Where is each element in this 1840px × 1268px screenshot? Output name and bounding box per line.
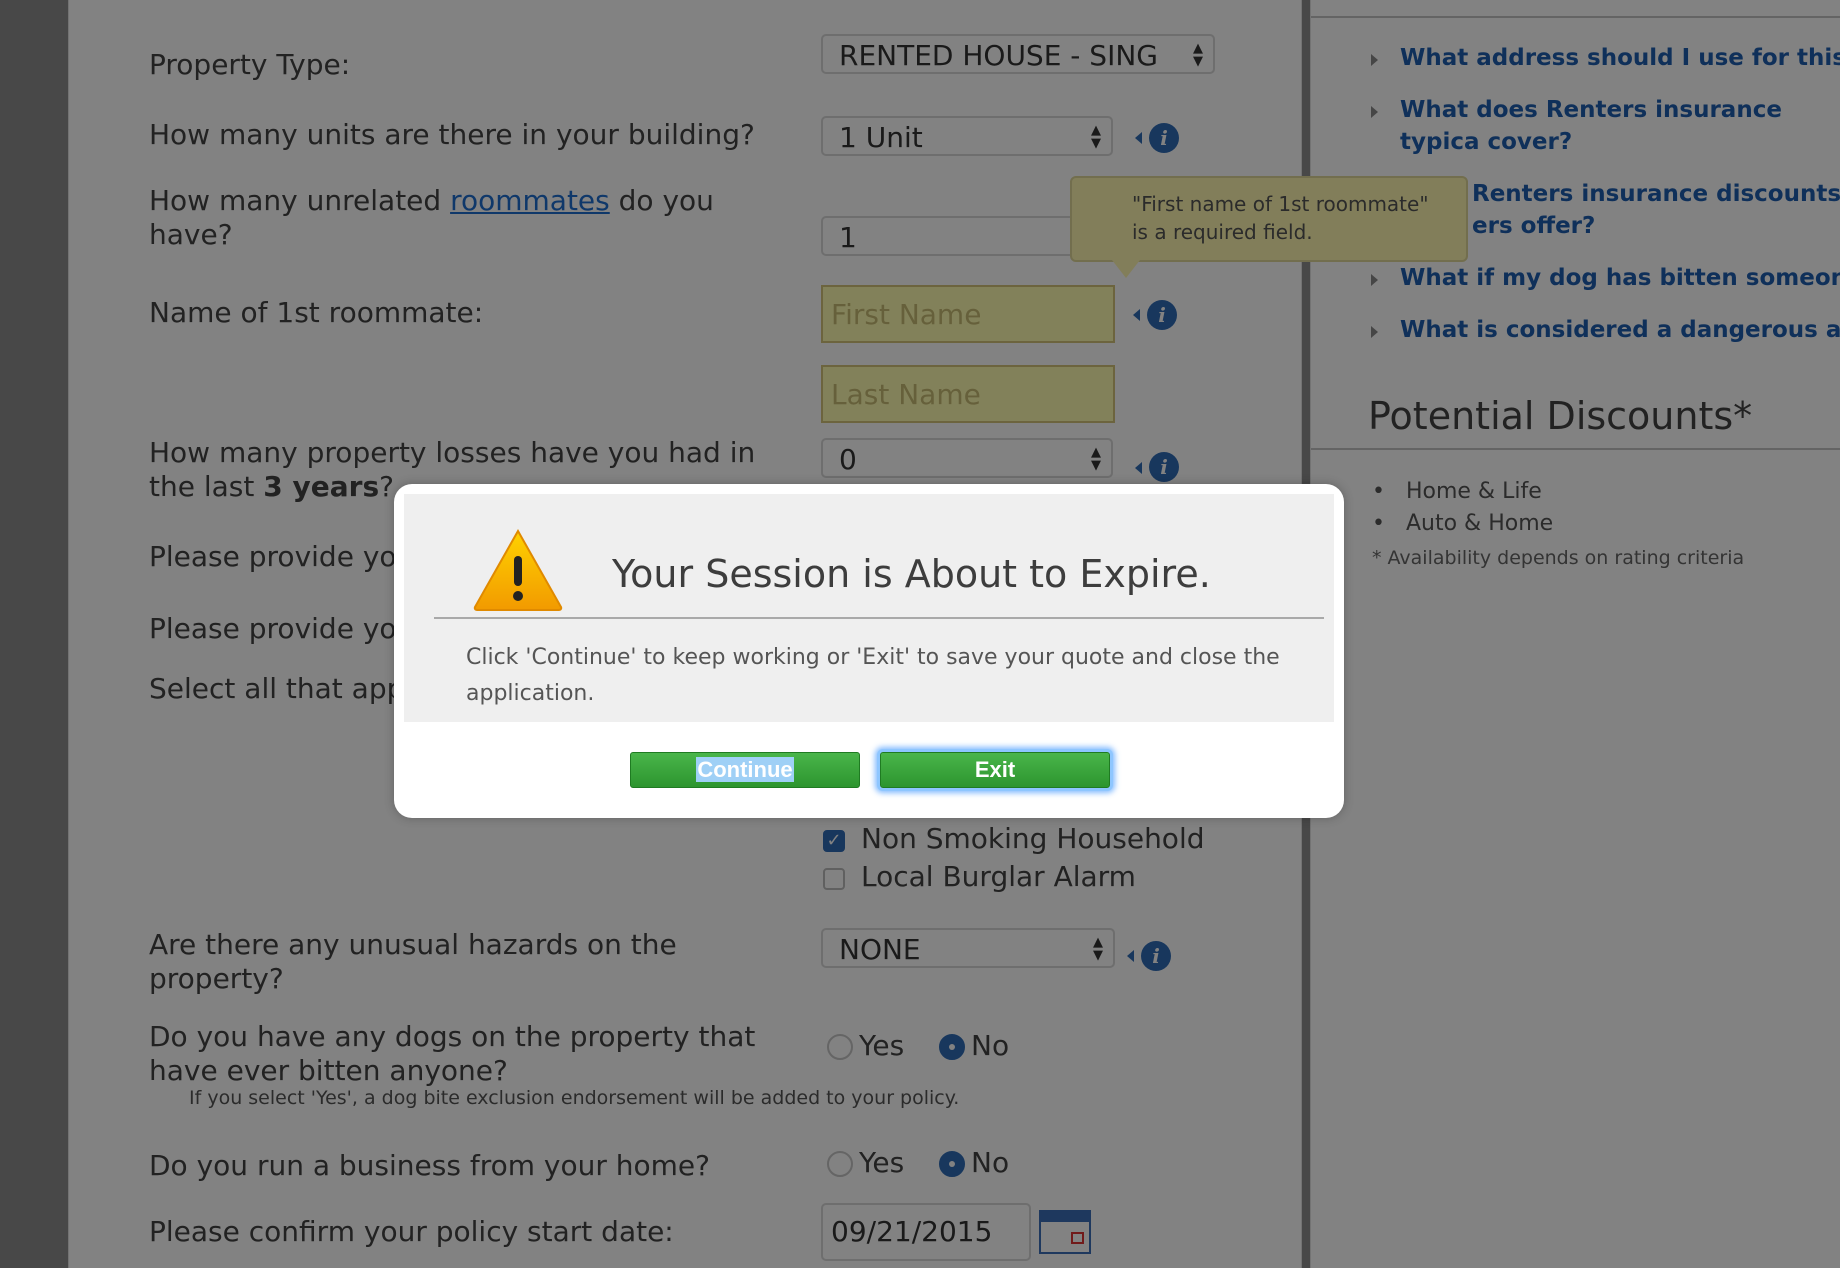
session-expire-dialog: Your Session is About to Expire. Click '… [394,484,1344,818]
dialog-divider [434,617,1324,619]
continue-button[interactable]: Continue [630,752,860,788]
warning-icon [473,528,563,611]
dialog-message: Click 'Continue' to keep working or 'Exi… [466,645,1280,706]
dialog-title: Your Session is About to Expire. [612,552,1211,596]
dialog-body: Your Session is About to Expire. Click '… [404,494,1334,722]
continue-label: Continue [696,757,794,782]
exit-button[interactable]: Exit [880,752,1110,788]
